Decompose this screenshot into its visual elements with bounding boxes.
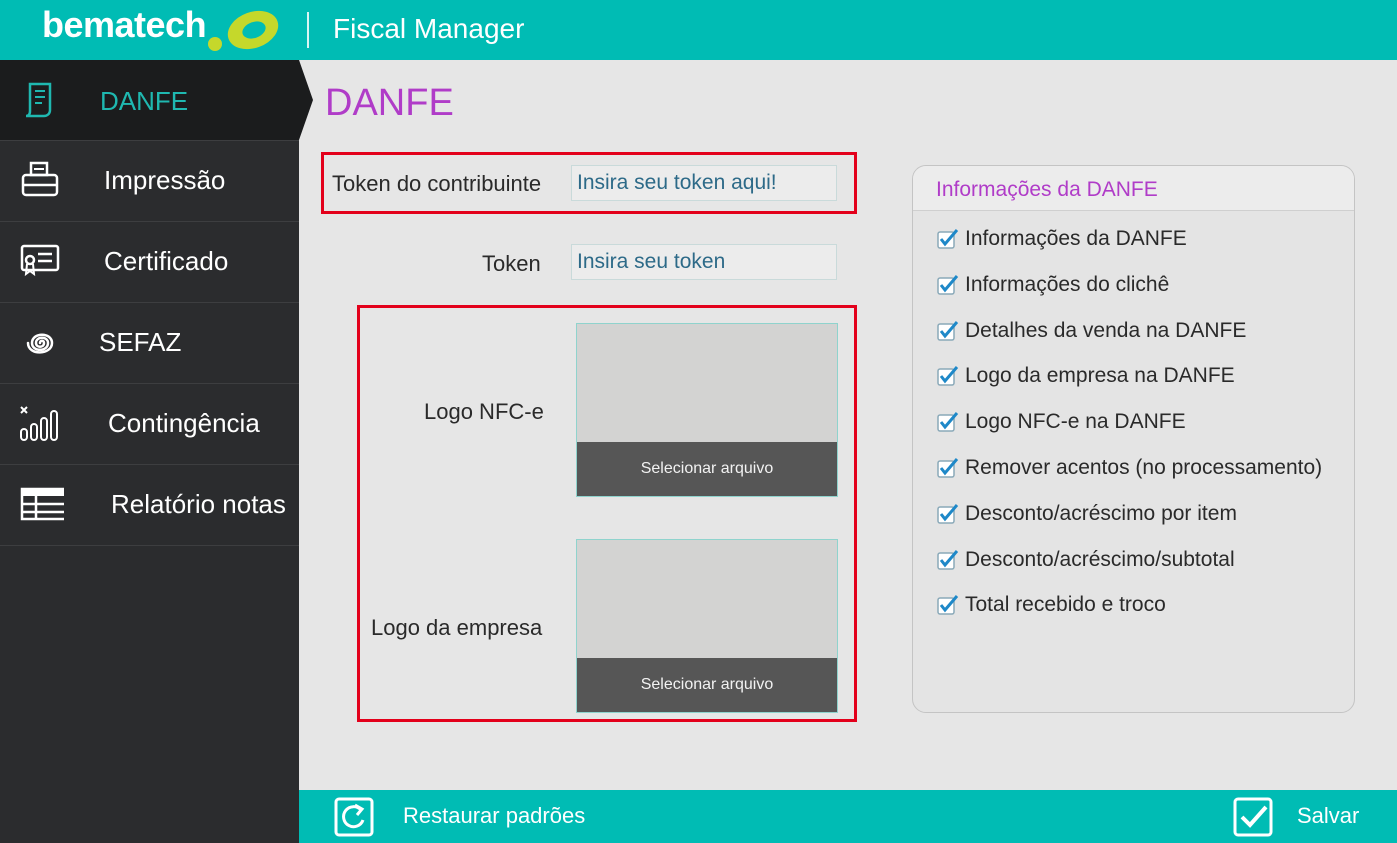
option-label: Desconto/acréscimo por item xyxy=(965,501,1237,525)
danfe-info-panel: Informações da DANFE Informações da DANF… xyxy=(912,165,1355,713)
signal-bars-icon xyxy=(20,406,58,441)
brand-logo-text: bematech xyxy=(42,4,207,45)
option-label: Logo da empresa na DANFE xyxy=(965,364,1235,388)
checkbox-checked-icon[interactable] xyxy=(937,458,959,478)
option-label: Informações do clichê xyxy=(965,272,1170,296)
sidebar-item-label: DANFE xyxy=(100,86,189,116)
sidebar-item-certificado[interactable]: Certificado xyxy=(0,222,299,303)
brand-mark-icon xyxy=(208,10,279,51)
app-title: Fiscal Manager xyxy=(333,13,525,44)
option-label: Total recebido e troco xyxy=(965,593,1166,617)
logo-nfce-dropzone[interactable]: Selecionar arquivo xyxy=(576,323,838,497)
footer-bar: Restaurar padrões Salvar xyxy=(299,790,1397,843)
header-divider xyxy=(307,12,309,48)
sidebar-item-label: Certificado xyxy=(104,246,229,276)
save-label: Salvar xyxy=(1297,803,1360,828)
checkbox-checked-icon[interactable] xyxy=(937,412,959,432)
sidebar-item-relatorio-notas[interactable]: Relatório notas xyxy=(0,465,299,546)
option-checkbox-row[interactable]: Total recebido e troco xyxy=(937,591,1166,619)
option-checkbox-row[interactable]: Logo da empresa na DANFE xyxy=(937,362,1235,390)
option-checkbox-row[interactable]: Desconto/acréscimo/subtotal xyxy=(937,546,1235,574)
checkbox-checked-icon xyxy=(1233,797,1273,837)
token-input[interactable] xyxy=(571,244,837,280)
option-label: Remover acentos (no processamento) xyxy=(965,456,1323,479)
checkbox-checked-icon[interactable] xyxy=(937,503,959,524)
checkbox-checked-icon[interactable] xyxy=(937,320,959,341)
save-button[interactable]: Salvar xyxy=(1232,790,1372,843)
active-indicator xyxy=(299,60,313,140)
panel-title: Informações da DANFE xyxy=(913,166,1354,211)
refresh-icon xyxy=(334,797,374,837)
page-title: DANFE xyxy=(325,82,454,124)
checkbox-checked-icon[interactable] xyxy=(937,274,959,295)
sidebar-item-impressao[interactable]: Impressão xyxy=(0,141,299,222)
checkbox-checked-icon[interactable] xyxy=(937,549,959,570)
sidebar-item-label: Impressão xyxy=(104,165,226,195)
receipt-icon xyxy=(25,82,52,118)
option-checkbox-row[interactable]: Informações do clichê xyxy=(937,271,1169,299)
sidebar: DANFE Impressão Certificado SEFAZ Contin… xyxy=(0,60,299,843)
spiral-icon xyxy=(26,333,54,354)
logo-empresa-select-button[interactable]: Selecionar arquivo xyxy=(577,658,837,712)
option-checkbox-row[interactable]: Desconto/acréscimo por item xyxy=(937,500,1237,528)
option-label: Informações da DANFE xyxy=(965,227,1187,250)
certificate-icon xyxy=(20,244,60,277)
option-label: Desconto/acréscimo/subtotal xyxy=(965,547,1235,571)
option-checkbox-row[interactable]: Informações da DANFE xyxy=(937,225,1187,253)
token-label: Token xyxy=(482,251,541,276)
option-label: Logo NFC-e na DANFE xyxy=(965,410,1186,434)
sidebar-item-danfe[interactable]: DANFE xyxy=(0,60,299,141)
sidebar-item-label: Contingência xyxy=(108,408,260,438)
restore-defaults-label: Restaurar padrões xyxy=(403,803,586,828)
logo-nfce-label: Logo NFC-e xyxy=(424,399,544,424)
checkbox-checked-icon[interactable] xyxy=(937,595,959,616)
token-contribuinte-input[interactable] xyxy=(571,165,837,201)
checkbox-checked-icon[interactable] xyxy=(937,366,959,387)
sidebar-item-contingencia[interactable]: Contingência xyxy=(0,384,299,465)
sidebar-item-label: Relatório notas xyxy=(111,489,286,519)
token-contribuinte-label: Token do contribuinte xyxy=(332,171,542,196)
restore-defaults-button[interactable]: Restaurar padrões xyxy=(333,790,593,843)
table-icon xyxy=(20,487,64,521)
option-checkbox-row[interactable]: Detalhes da venda na DANFE xyxy=(937,317,1246,345)
sidebar-item-label: SEFAZ xyxy=(99,327,182,357)
option-label: Detalhes da venda na DANFE xyxy=(965,318,1247,342)
app-header: bematech Fiscal Manager xyxy=(0,0,1397,60)
logo-empresa-label: Logo da empresa xyxy=(371,615,543,640)
option-checkbox-row[interactable]: Remover acentos (no processamento) xyxy=(937,454,1322,482)
printer-icon xyxy=(21,161,59,197)
logo-nfce-select-button[interactable]: Selecionar arquivo xyxy=(577,442,837,496)
checkbox-checked-icon[interactable] xyxy=(937,229,959,249)
sidebar-item-sefaz[interactable]: SEFAZ xyxy=(0,303,299,384)
logo-empresa-dropzone[interactable]: Selecionar arquivo xyxy=(576,539,838,713)
option-checkbox-row[interactable]: Logo NFC-e na DANFE xyxy=(937,408,1186,436)
